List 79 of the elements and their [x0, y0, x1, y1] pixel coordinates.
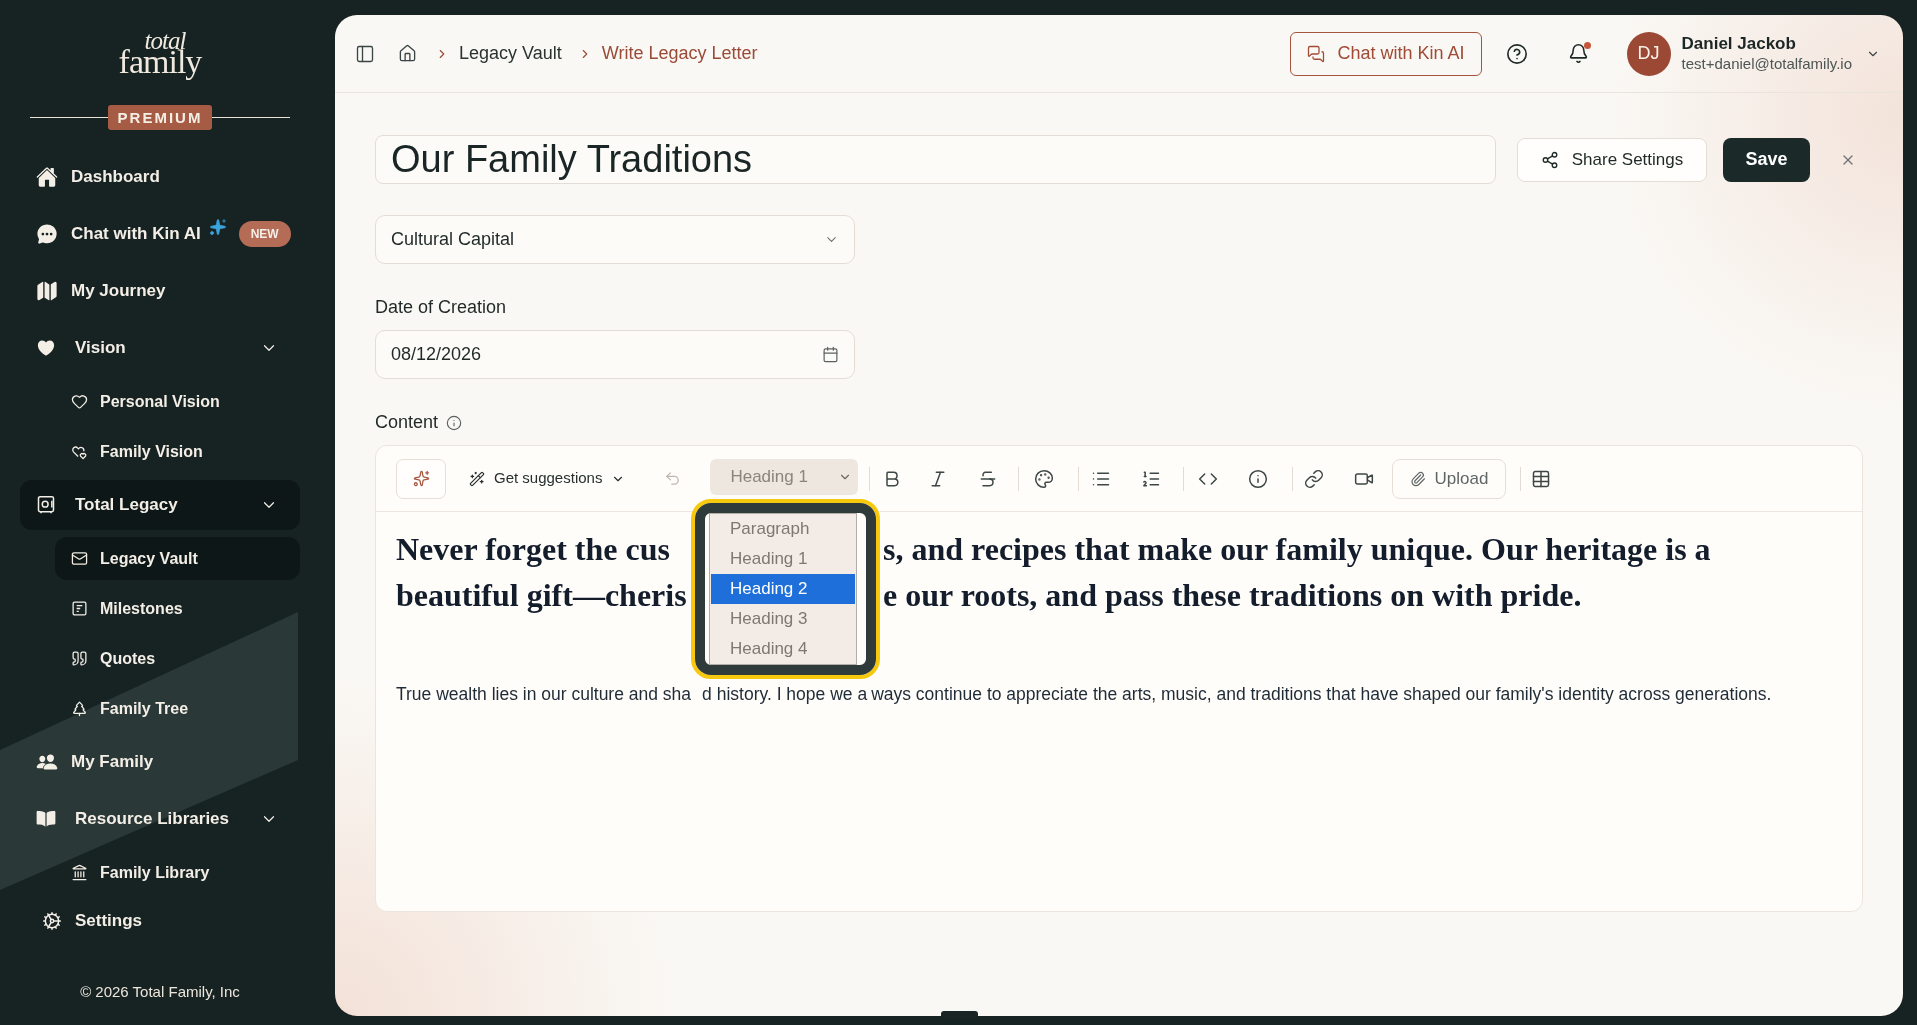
user-email: test+daniel@totalfamily.io: [1681, 54, 1852, 73]
paragraph-text: True wealth lies in our culture and sha: [396, 683, 692, 706]
undo-icon: [663, 470, 681, 487]
building-icon: [71, 864, 88, 881]
info-icon: [1248, 468, 1269, 489]
premium-badge: PREMIUM: [107, 105, 213, 130]
heading-text: s, and recipes that make our family unique. Our heritage is a: [883, 530, 1711, 569]
field-label: Date of Creation: [375, 297, 507, 318]
nav-item[interactable]: Total Legacy: [20, 480, 300, 530]
paragraph-text: d history. I hope we a: [702, 683, 868, 706]
link-icon: [1304, 468, 1325, 489]
safe-icon: [36, 495, 56, 515]
sparkle-icon: [208, 218, 227, 236]
ai-button[interactable]: [396, 458, 446, 499]
menu-option[interactable]: Heading 1: [711, 544, 855, 574]
heart-outline-icon: [71, 393, 88, 410]
sparkles-icon: [412, 470, 430, 487]
bell-icon: [1568, 43, 1590, 64]
menu-option[interactable]: Heading 2: [711, 574, 855, 604]
nav-subitem[interactable]: Family Library: [55, 851, 214, 894]
breadcrumb-link[interactable]: Write Legacy Letter: [601, 40, 758, 67]
nav-item[interactable]: Dashboard: [20, 152, 164, 202]
nav-item[interactable]: Chat with Kin AI: [20, 209, 231, 259]
avatar: DJ: [1626, 31, 1671, 76]
map-icon: [36, 280, 58, 302]
user-name: Daniel Jackob: [1681, 34, 1797, 54]
save-button[interactable]: Save: [1723, 137, 1810, 182]
calendar-icon: [822, 346, 839, 363]
book-icon: [36, 809, 56, 829]
envelope-icon: [71, 550, 88, 567]
category-select[interactable]: Cultural Capital: [375, 215, 855, 264]
info-icon: [446, 414, 463, 431]
palette-icon: [1034, 468, 1055, 489]
pine-tree-icon: [71, 700, 88, 717]
new-badge: NEW: [238, 221, 291, 247]
gear-icon: [42, 911, 62, 931]
copyright-text: © 2026 Total Family, Inc: [80, 983, 240, 1001]
field-label: Content: [375, 412, 439, 433]
nav-subitem[interactable]: Family Vision: [55, 430, 207, 473]
nav-subitem[interactable]: Quotes: [55, 637, 160, 680]
nav-item[interactable]: Vision: [20, 323, 300, 373]
menu-option[interactable]: Heading 3: [711, 604, 855, 634]
upload-button[interactable]: Upload: [1392, 458, 1507, 499]
share-settings-button[interactable]: Share Settings: [1517, 137, 1707, 182]
heading-text: Never forget the cus: [396, 530, 670, 569]
nav-subitem[interactable]: Milestones: [55, 587, 187, 630]
table-icon: [1531, 468, 1552, 489]
breadcrumb-link[interactable]: Legacy Vault: [459, 40, 562, 67]
nav-subitem[interactable]: Legacy Vault: [55, 537, 300, 580]
heading-text: e our roots, and pass these traditions on with pride.: [883, 576, 1582, 615]
two-hearts-icon: [71, 443, 88, 460]
home-icon: [397, 44, 417, 63]
suggestions-button[interactable]: Get suggestions: [464, 460, 631, 497]
chat-button[interactable]: Chat with Kin AI: [1290, 31, 1482, 76]
people-icon: [36, 751, 58, 773]
menu-option[interactable]: Paragraph: [711, 514, 855, 544]
paragraph-text: ways continue to appreciate the arts, music, and traditions that have shaped our family's identity across generations.: [871, 683, 1772, 706]
date-input[interactable]: 08/12/2026: [375, 330, 855, 379]
nav-subitem[interactable]: Personal Vision: [55, 380, 224, 423]
share-icon: [1540, 150, 1559, 169]
menu-option[interactable]: Heading 4: [711, 634, 855, 664]
nav-item[interactable]: My Journey: [20, 266, 170, 316]
note-icon: [71, 600, 88, 617]
title-input[interactable]: Our Family Traditions: [375, 135, 1496, 184]
panel-left-icon: [355, 43, 375, 64]
home-icon: [36, 166, 58, 188]
help-icon: [1505, 42, 1528, 65]
heading-text: beautiful gift—cheris: [396, 576, 687, 615]
heart-icon: [36, 338, 56, 358]
paperclip-icon: [1410, 470, 1427, 487]
nav-subitem[interactable]: Family Tree: [55, 687, 193, 730]
nav-item[interactable]: Resource Libraries: [20, 794, 300, 844]
magic-wand-icon: [469, 470, 485, 487]
quote-icon: [71, 650, 88, 667]
nav-item[interactable]: My Family: [20, 737, 158, 787]
chat-bubbles-icon: [1307, 44, 1326, 63]
handle-bar: [941, 1011, 978, 1019]
chat-bubble-icon: [36, 223, 58, 245]
settings-link[interactable]: Settings: [20, 899, 147, 943]
